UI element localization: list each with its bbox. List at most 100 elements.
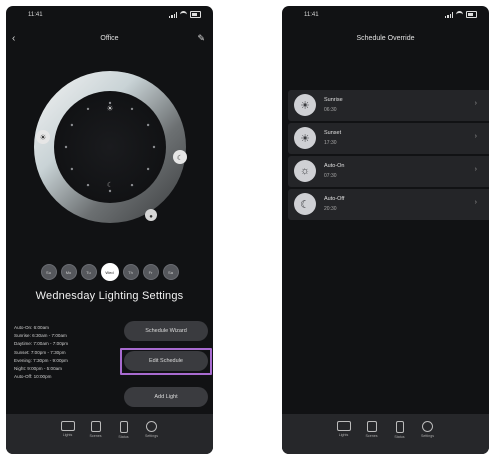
dial-tick bbox=[70, 167, 74, 171]
nav-label: Status bbox=[394, 435, 405, 439]
svg-text:☀: ☀ bbox=[39, 133, 46, 142]
override-row-auto-off[interactable]: ☾ Auto-Off 20:30 › bbox=[288, 189, 489, 220]
nav-label: Settings bbox=[421, 434, 434, 438]
back-icon[interactable]: ‹ bbox=[12, 33, 15, 44]
chevron-right-icon: › bbox=[474, 133, 477, 140]
nav-lights[interactable]: Lights bbox=[336, 421, 352, 454]
edit-icon[interactable]: ✎ bbox=[197, 33, 205, 44]
dial-tick bbox=[146, 123, 150, 127]
status-bar: 11:41 bbox=[282, 11, 489, 21]
dial-tick bbox=[130, 183, 134, 187]
page-title: Schedule Override bbox=[356, 35, 415, 42]
bottom-nav: Lights Scenes Status Settings bbox=[6, 414, 213, 454]
dial-tick bbox=[64, 145, 68, 149]
row-name: Sunrise bbox=[324, 97, 343, 103]
night-handle[interactable]: ● bbox=[145, 209, 157, 221]
day-monday[interactable]: Mo bbox=[60, 264, 77, 280]
override-row-auto-on[interactable]: ☼ Auto-On 07:30 › bbox=[288, 156, 489, 187]
settings-icon bbox=[146, 421, 157, 432]
dial-tick bbox=[70, 123, 74, 127]
header: Schedule Override bbox=[282, 32, 489, 48]
settings-icon bbox=[422, 421, 433, 432]
bottom-nav: Lights Scenes Status Settings bbox=[282, 414, 489, 454]
nav-label: Status bbox=[118, 435, 129, 439]
nav-scenes[interactable]: Scenes bbox=[88, 421, 104, 454]
row-time: 07:30 bbox=[324, 173, 337, 179]
battery-icon bbox=[466, 11, 477, 18]
header: ‹ Office ✎ bbox=[6, 32, 213, 48]
row-time: 20:30 bbox=[324, 206, 337, 212]
dial-tick bbox=[152, 145, 156, 149]
lights-icon bbox=[60, 421, 75, 431]
sunrise-handle[interactable]: ☀ bbox=[36, 130, 50, 144]
status-time: 11:41 bbox=[304, 12, 319, 18]
row-time: 17:30 bbox=[324, 140, 337, 146]
status-bar: 11:41 bbox=[6, 11, 213, 21]
schedule-override-screen: 11:41 Schedule Override ☀ Sunrise 06:30 … bbox=[282, 6, 489, 454]
scenes-icon bbox=[366, 421, 377, 432]
scenes-icon bbox=[90, 421, 101, 432]
day-tuesday[interactable]: Tu bbox=[80, 264, 97, 280]
nav-label: Lights bbox=[338, 433, 349, 437]
nav-lights[interactable]: Lights bbox=[60, 421, 76, 454]
schedule-dial[interactable]: ☀ ☾ ● ☀ ☾ bbox=[29, 66, 191, 228]
nav-status[interactable]: Status bbox=[116, 421, 132, 454]
nav-scenes[interactable]: Scenes bbox=[364, 421, 380, 454]
status-icon bbox=[395, 421, 404, 433]
status-time: 11:41 bbox=[28, 12, 43, 18]
signal-icon bbox=[169, 11, 177, 18]
override-row-sunrise[interactable]: ☀ Sunrise 06:30 › bbox=[288, 90, 489, 121]
dial-tick bbox=[130, 107, 134, 111]
schedule-line: Auto-On: 6:00am bbox=[14, 325, 49, 330]
svg-text:●: ● bbox=[149, 214, 153, 220]
wifi-icon bbox=[180, 11, 187, 18]
nav-label: Scenes bbox=[365, 434, 378, 438]
edit-schedule-button[interactable]: Edit Schedule bbox=[124, 351, 208, 371]
day-selector: Su Mo Tu Wed Th Fr Sa bbox=[6, 263, 213, 281]
auto-off-icon: ☾ bbox=[300, 198, 310, 211]
nav-settings[interactable]: Settings bbox=[144, 421, 160, 454]
chevron-right-icon: › bbox=[474, 100, 477, 107]
auto-on-icon: ☼ bbox=[299, 165, 311, 177]
sunrise-icon: ☀ bbox=[300, 99, 310, 112]
nav-label: Scenes bbox=[89, 434, 102, 438]
schedule-line: Daytime: 7:00am - 7:00pm bbox=[14, 341, 69, 347]
day-thursday[interactable]: Th bbox=[122, 264, 139, 280]
schedule-line: Auto-Off: 10:00pm bbox=[14, 374, 52, 380]
schedule-line: Night: 9:00pm - 5:00am bbox=[14, 366, 63, 372]
office-screen: 11:41 ‹ Office ✎ ☀ ☾ ● ☀ ☾ Su Mo Tu Wed … bbox=[6, 6, 213, 454]
day-friday[interactable]: Fr bbox=[142, 264, 159, 280]
dial-tick bbox=[86, 183, 90, 187]
row-name: Auto-Off bbox=[324, 196, 345, 202]
dial-tick bbox=[86, 107, 90, 111]
day-wednesday[interactable]: Wed bbox=[100, 263, 119, 281]
chevron-right-icon: › bbox=[474, 199, 477, 206]
schedule-line: Sunset: 7:00pm - 7:30pm bbox=[14, 349, 66, 355]
nav-label: Lights bbox=[62, 433, 73, 437]
add-light-button[interactable]: Add Light bbox=[124, 387, 208, 407]
override-list: ☀ Sunrise 06:30 › ☀ Sunset 17:30 › ☼ Aut… bbox=[288, 90, 489, 222]
page-title: Office bbox=[100, 35, 119, 42]
override-row-sunset[interactable]: ☀ Sunset 17:30 › bbox=[288, 123, 489, 154]
dial-tick bbox=[108, 189, 112, 193]
wifi-icon bbox=[456, 11, 463, 18]
nav-settings[interactable]: Settings bbox=[420, 421, 436, 454]
moon-icon: ☾ bbox=[107, 181, 113, 189]
svg-text:☾: ☾ bbox=[177, 154, 183, 162]
settings-title: Wednesday Lighting Settings bbox=[35, 290, 184, 302]
battery-icon bbox=[190, 11, 201, 18]
sunset-handle[interactable]: ☾ bbox=[173, 150, 187, 164]
row-name: Auto-On bbox=[324, 163, 345, 169]
dial-tick bbox=[146, 167, 150, 171]
day-sunday[interactable]: Su bbox=[40, 264, 57, 280]
chevron-right-icon: › bbox=[474, 166, 477, 173]
schedule-summary: Auto-On: 6:00am Sunrise: 6:30am - 7:00am… bbox=[14, 324, 126, 381]
schedule-line: Evening: 7:30pm - 9:00pm bbox=[14, 357, 68, 363]
sun-icon: ☀ bbox=[106, 104, 113, 113]
sunset-icon: ☀ bbox=[300, 132, 310, 145]
nav-label: Settings bbox=[145, 434, 158, 438]
day-saturday[interactable]: Sa bbox=[162, 264, 179, 280]
schedule-wizard-button[interactable]: Schedule Wizard bbox=[124, 321, 208, 341]
schedule-line: Sunrise: 6:30am - 7:00am bbox=[14, 333, 67, 339]
nav-status[interactable]: Status bbox=[392, 421, 408, 454]
